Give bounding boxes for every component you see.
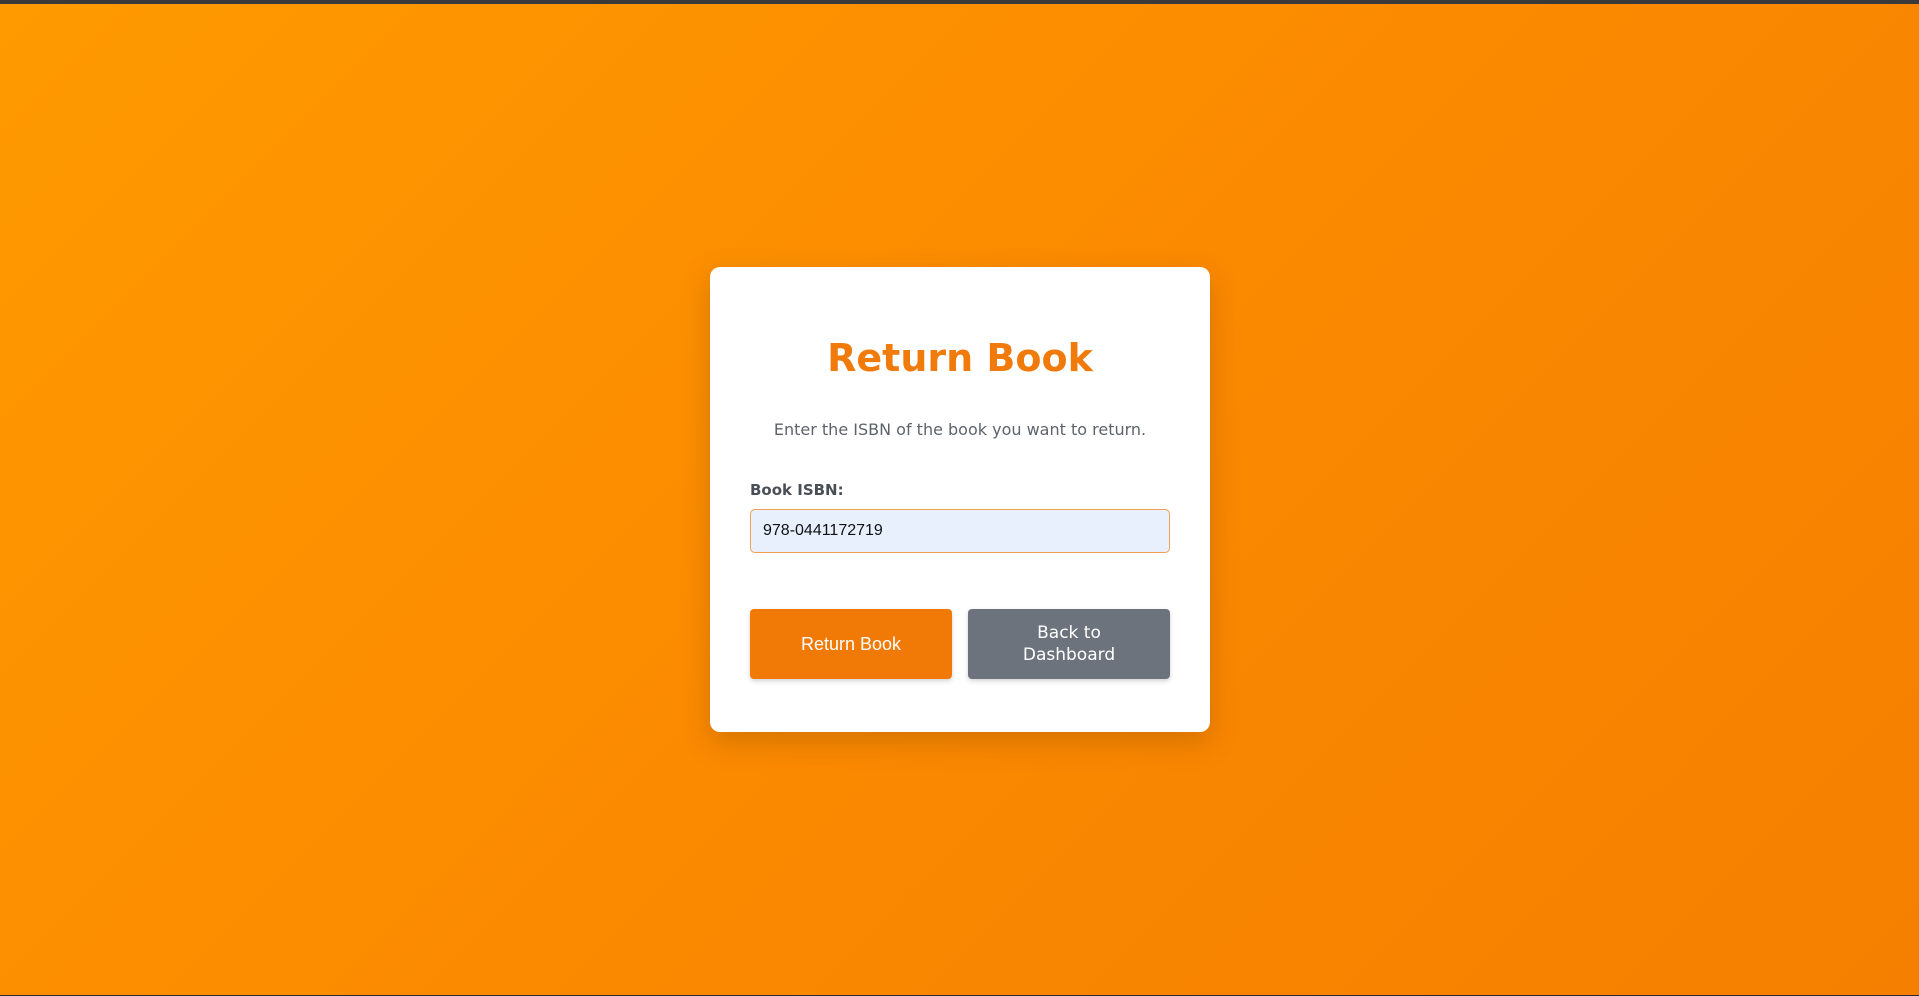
return-book-button[interactable]: Return Book: [750, 609, 952, 679]
form-actions: Return Book Back to Dashboard: [750, 609, 1170, 679]
return-book-form: Book ISBN: Return Book Back to Dashboard: [750, 480, 1170, 679]
isbn-label: Book ISBN:: [750, 481, 844, 499]
back-to-dashboard-button[interactable]: Back to Dashboard: [968, 609, 1170, 679]
instructions-text: Enter the ISBN of the book you want to r…: [773, 420, 1147, 439]
window-top-border: [0, 0, 1919, 4]
isbn-input[interactable]: [750, 509, 1170, 553]
return-book-card: Return Book Enter the ISBN of the book y…: [710, 267, 1210, 732]
page-title: Return Book: [827, 336, 1093, 380]
